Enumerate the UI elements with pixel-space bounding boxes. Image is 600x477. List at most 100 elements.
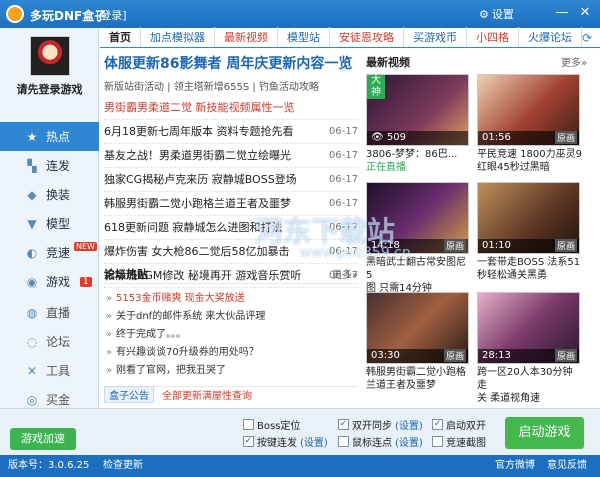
feedback-link[interactable]: 意见反馈 bbox=[547, 455, 587, 477]
video-caption[interactable]: 平民竞速 1800力巫灵9 红眼45秒过黑暗 bbox=[477, 148, 582, 174]
option-launch-dual[interactable]: ✓ 启动双开 bbox=[432, 417, 486, 432]
settings-link[interactable]: (设置) bbox=[395, 417, 423, 432]
option-dual-sync[interactable]: ✓ 双开同步 (设置) bbox=[338, 417, 423, 432]
sidebar-item-live[interactable]: ◍ 直播 bbox=[0, 298, 99, 327]
status-bar: 版本号：3.0.6.25 检查更新 官方微博 意见反馈 bbox=[0, 455, 600, 477]
sidebar: 请先登录游戏 ★ 热点 ▚ 连发 ◆ 换装 ▼ 模型 ◐ 竞速 NEW ◉ 游戏 1 ◍ 直播 ◌… bbox=[0, 28, 99, 408]
option-mouse-click[interactable]: 鼠标连点 (设置) bbox=[338, 434, 423, 449]
sidebar-item-forum[interactable]: ◌ 论坛 bbox=[0, 327, 99, 356]
settings-button[interactable]: ⚙ 设置 bbox=[479, 6, 514, 22]
news-item[interactable]: 基友之战！男柔道男街霸二觉立绘曝光 06-17 bbox=[104, 144, 358, 168]
tab-model-site[interactable]: 模型站 bbox=[278, 27, 330, 47]
login-link[interactable]: [登录] bbox=[96, 7, 127, 23]
checkbox[interactable] bbox=[338, 436, 349, 447]
sidebar-item-outfit[interactable]: ◆ 换装 bbox=[0, 180, 99, 209]
sidebar-item-race[interactable]: ◐ 竞速 NEW bbox=[0, 238, 99, 267]
forum-item[interactable]: 有兴趣谈谈70升级券的用处吗？ bbox=[104, 344, 358, 362]
checkbox[interactable] bbox=[432, 436, 443, 447]
video-thumbnail[interactable]: 01:10 原画 bbox=[477, 182, 580, 254]
forum-item[interactable]: 关于dnf的邮件系统 来大伙品评理 bbox=[104, 308, 358, 326]
settings-link[interactable]: (设置) bbox=[395, 434, 423, 449]
video-section-title: 最新视频 bbox=[366, 56, 410, 69]
star-icon: ★ bbox=[26, 129, 38, 144]
video-thumbnail[interactable]: 28:13 原画 bbox=[477, 292, 580, 364]
minimize-button[interactable]: — bbox=[553, 4, 571, 22]
new-badge: NEW bbox=[74, 242, 97, 251]
avatar[interactable] bbox=[30, 36, 70, 76]
forum-item[interactable]: 刚看了官网，把我丑哭了 bbox=[104, 362, 358, 380]
sidebar-item-model[interactable]: ▼ 模型 bbox=[0, 209, 99, 238]
news-headline[interactable]: 体服更新86影舞者 周年庆更新内容一览 bbox=[104, 50, 358, 78]
forum-list: 5153金币赌爽 现金大奖放送 关于dnf的邮件系统 来大伙品评理 终于完成了。… bbox=[104, 290, 358, 380]
live-icon: ◍ bbox=[26, 305, 38, 320]
tab-bar: 首页 加点模拟器 最新视频 模型站 安徒恩攻略 买游戏币 小四格 火爆论坛 ⟳ bbox=[100, 27, 600, 48]
checkbox[interactable]: ✓ bbox=[432, 419, 443, 430]
watermark-logo: 河东下载站 bbox=[255, 215, 396, 248]
source-badge: 原画 bbox=[443, 239, 466, 252]
forum-header: 论坛热贴 更多» bbox=[104, 266, 358, 284]
sidebar-item-tools[interactable]: ✕ 工具 bbox=[0, 356, 99, 385]
video-caption[interactable]: 黑暗武士翻古常安图尼5 图 只需14分钟 bbox=[366, 256, 471, 295]
video-caption[interactable]: 韩服男街霸二觉小跑格 兰道王者及噩梦 bbox=[366, 366, 471, 392]
option-key-repeat[interactable]: ✓ 按键连发 (设置) bbox=[243, 434, 328, 449]
tab-buy-gold[interactable]: 买游戏币 bbox=[404, 27, 467, 47]
close-button[interactable]: ✕ bbox=[576, 4, 594, 22]
announcement-bar: 盒子公告 全部更新满屋性查询 bbox=[104, 386, 358, 403]
footer-toolbar: 游戏加速 Boss定位 ✓ 按键连发 (设置) ✓ 双开同步 (设置) 鼠标连点 (设置)… bbox=[0, 408, 600, 455]
announcement-tag[interactable]: 盒子公告 bbox=[104, 386, 154, 403]
video-caption[interactable]: 跨一区20人本30分钟走关 柔道视角速 bbox=[477, 366, 582, 405]
tab-forum[interactable]: 火爆论坛 bbox=[519, 27, 582, 47]
tab-home[interactable]: 首页 bbox=[100, 27, 141, 47]
check-update-link[interactable]: 检查更新 bbox=[103, 455, 143, 477]
video-caption[interactable]: 一套带走BOSS 法系51 秒轻松通关黑勇 bbox=[477, 256, 582, 282]
tab-skill-simulator[interactable]: 加点模拟器 bbox=[141, 27, 215, 47]
start-game-button[interactable]: 启动游戏 bbox=[505, 417, 584, 449]
tab-latest-video[interactable]: 最新视频 bbox=[215, 27, 278, 47]
option-boss-locate[interactable]: Boss定位 bbox=[243, 417, 300, 432]
games-count-badge: 1 bbox=[80, 276, 92, 287]
checkbox[interactable]: ✓ bbox=[243, 436, 254, 447]
tools-icon: ✕ bbox=[26, 363, 38, 378]
forum-item[interactable]: 5153金币赌爽 现金大奖放送 bbox=[104, 290, 358, 308]
option-race-screenshot[interactable]: 竞速截图 bbox=[432, 434, 486, 449]
forum-item[interactable]: 终于完成了。。。 bbox=[104, 326, 358, 344]
news-subline[interactable]: 新版站街活动 | 领主塔新增655S | 钓鱼活动攻略 bbox=[104, 78, 358, 94]
video-caption[interactable]: 3806-梦梦：86巴... 正在直播 bbox=[366, 148, 471, 174]
tab-anton-guide[interactable]: 安徒恩攻略 bbox=[330, 27, 404, 47]
title-bar: 多玩DNF盒子 [登录] ⚙ 设置 — ✕ bbox=[0, 0, 600, 28]
video-thumbnail[interactable]: 大神 👁 509 bbox=[366, 74, 469, 146]
combo-icon: ▚ bbox=[27, 158, 37, 173]
announcement-text[interactable]: 全部更新满屋性查询 bbox=[162, 387, 252, 402]
tab-comic[interactable]: 小四格 bbox=[467, 27, 519, 47]
news-item[interactable]: 独家CG揭秘卢克来历 寂静城BOSS登场 06-17 bbox=[104, 168, 358, 192]
source-badge: 原画 bbox=[554, 239, 577, 252]
login-prompt[interactable]: 请先登录游戏 bbox=[0, 81, 99, 97]
checkbox[interactable] bbox=[243, 419, 254, 430]
forum-icon: ◌ bbox=[26, 334, 38, 349]
settings-link[interactable]: (设置) bbox=[300, 434, 328, 449]
refresh-icon[interactable]: ⟳ bbox=[582, 31, 592, 45]
sidebar-nav: ★ 热点 ▚ 连发 ◆ 换装 ▼ 模型 ◐ 竞速 NEW ◉ 游戏 1 bbox=[0, 122, 99, 296]
sidebar-item-games[interactable]: ◉ 游戏 1 bbox=[0, 267, 99, 296]
sidebar-item-combo[interactable]: ▚ 连发 bbox=[0, 151, 99, 180]
source-badge: 原画 bbox=[554, 131, 577, 144]
source-badge: 原画 bbox=[554, 349, 577, 362]
official-weibo-link[interactable]: 官方微博 bbox=[495, 455, 535, 477]
video-more-link[interactable]: 更多» bbox=[561, 54, 587, 69]
sidebar-tools: ◍ 直播 ◌ 论坛 ✕ 工具 ◎ 买金 bbox=[0, 298, 99, 414]
shirt-icon: ▼ bbox=[27, 216, 37, 231]
gear-icon: ⚙ bbox=[479, 7, 489, 21]
checkbox[interactable]: ✓ bbox=[338, 419, 349, 430]
outfit-icon: ◆ bbox=[27, 187, 37, 202]
watermark-url: www.pc0359.cn bbox=[300, 245, 411, 261]
race-icon: ◐ bbox=[26, 245, 38, 260]
app-logo-icon bbox=[6, 5, 24, 23]
source-badge: 原画 bbox=[443, 349, 466, 362]
forum-more-link[interactable]: 更多» bbox=[332, 266, 358, 281]
video-thumbnail[interactable]: 01:56 原画 bbox=[477, 74, 580, 146]
video-thumbnail[interactable]: 03:30 原画 bbox=[366, 292, 469, 364]
game-accelerate-button[interactable]: 游戏加速 bbox=[10, 428, 76, 450]
news-item[interactable]: 6月18更新七周年版本 资料专题抢先看 06-17 bbox=[104, 120, 358, 144]
sidebar-item-hot[interactable]: ★ 热点 bbox=[0, 122, 99, 151]
news-item[interactable]: 男街霸男柔道二觉 新技能视频属性一览 bbox=[104, 96, 358, 120]
